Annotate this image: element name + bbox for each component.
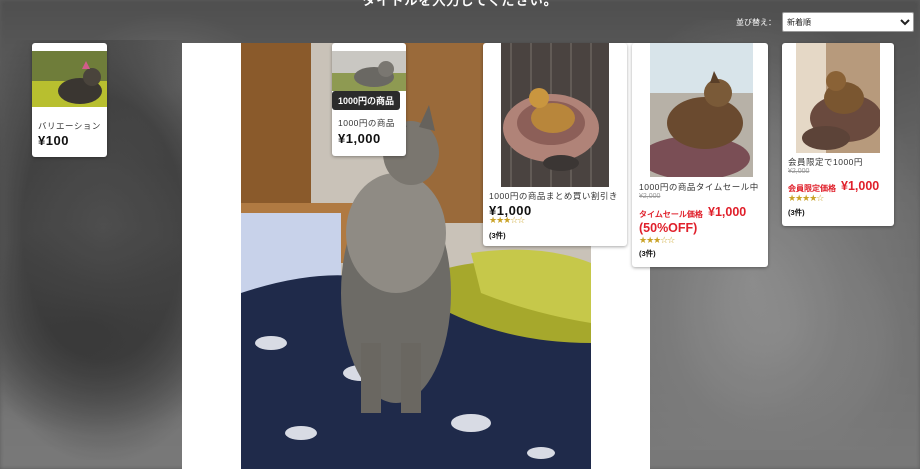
product-image: [650, 43, 753, 177]
sort-label: 並び替え：: [736, 17, 776, 27]
product-card[interactable]: バリエーション ¥100: [32, 43, 107, 157]
page-title: タイトルを入力してください。: [362, 0, 558, 8]
product-card[interactable]: 1000円の商品まとめ買い割引き ¥1,000 ★★★☆☆ (3件): [483, 43, 627, 246]
product-tooltip: 1000円の商品: [332, 91, 401, 110]
sale-price: ¥1,000: [841, 179, 880, 193]
sale-label: タイムセール価格: [639, 210, 703, 219]
product-image: [32, 51, 107, 107]
rating-stars: ★★★★☆: [788, 194, 824, 204]
product-name: バリエーション: [38, 121, 101, 131]
cat-photo-icon: [32, 51, 107, 107]
cat-photo-icon: [796, 43, 880, 153]
product-card[interactable]: 会員限定で1000円 ¥2,000 会員限定価格 ¥1,000 ★★★★☆ (3…: [782, 43, 894, 226]
cat-photo-icon: [332, 51, 406, 91]
sale-label: 会員限定価格: [788, 184, 836, 193]
product-card[interactable]: 1000円の商品タイムセール中 ¥2,000 タイムセール価格 ¥1,000 (…: [632, 43, 768, 267]
product-price: ¥100: [38, 133, 69, 148]
product-image: [501, 43, 609, 187]
product-name: 1000円の商品タイムセール中: [639, 182, 759, 192]
review-count: (3件): [639, 249, 656, 258]
original-price: ¥2,000: [639, 193, 661, 200]
review-count: (3件): [788, 208, 805, 217]
rating-stars: ★★★☆☆: [639, 236, 675, 246]
product-price: ¥1,000: [338, 131, 381, 146]
product-image: [796, 43, 880, 153]
sort-control: 並び替え： 新着順: [736, 12, 914, 32]
sort-select[interactable]: 新着順: [782, 12, 914, 32]
product-name: 会員限定で1000円: [788, 157, 863, 167]
cat-photo-icon: [501, 43, 609, 187]
product-name: 1000円の商品: [338, 118, 395, 128]
discount-percent: (50%OFF): [639, 221, 698, 235]
product-name: 1000円の商品まとめ買い割引き: [489, 191, 618, 201]
cat-photo-icon: [650, 43, 753, 177]
original-price: ¥2,000: [788, 168, 810, 175]
product-image: [332, 51, 406, 91]
sale-price: ¥1,000: [708, 205, 747, 219]
review-count: (3件): [489, 231, 506, 240]
rating-stars: ★★★☆☆: [489, 216, 525, 226]
